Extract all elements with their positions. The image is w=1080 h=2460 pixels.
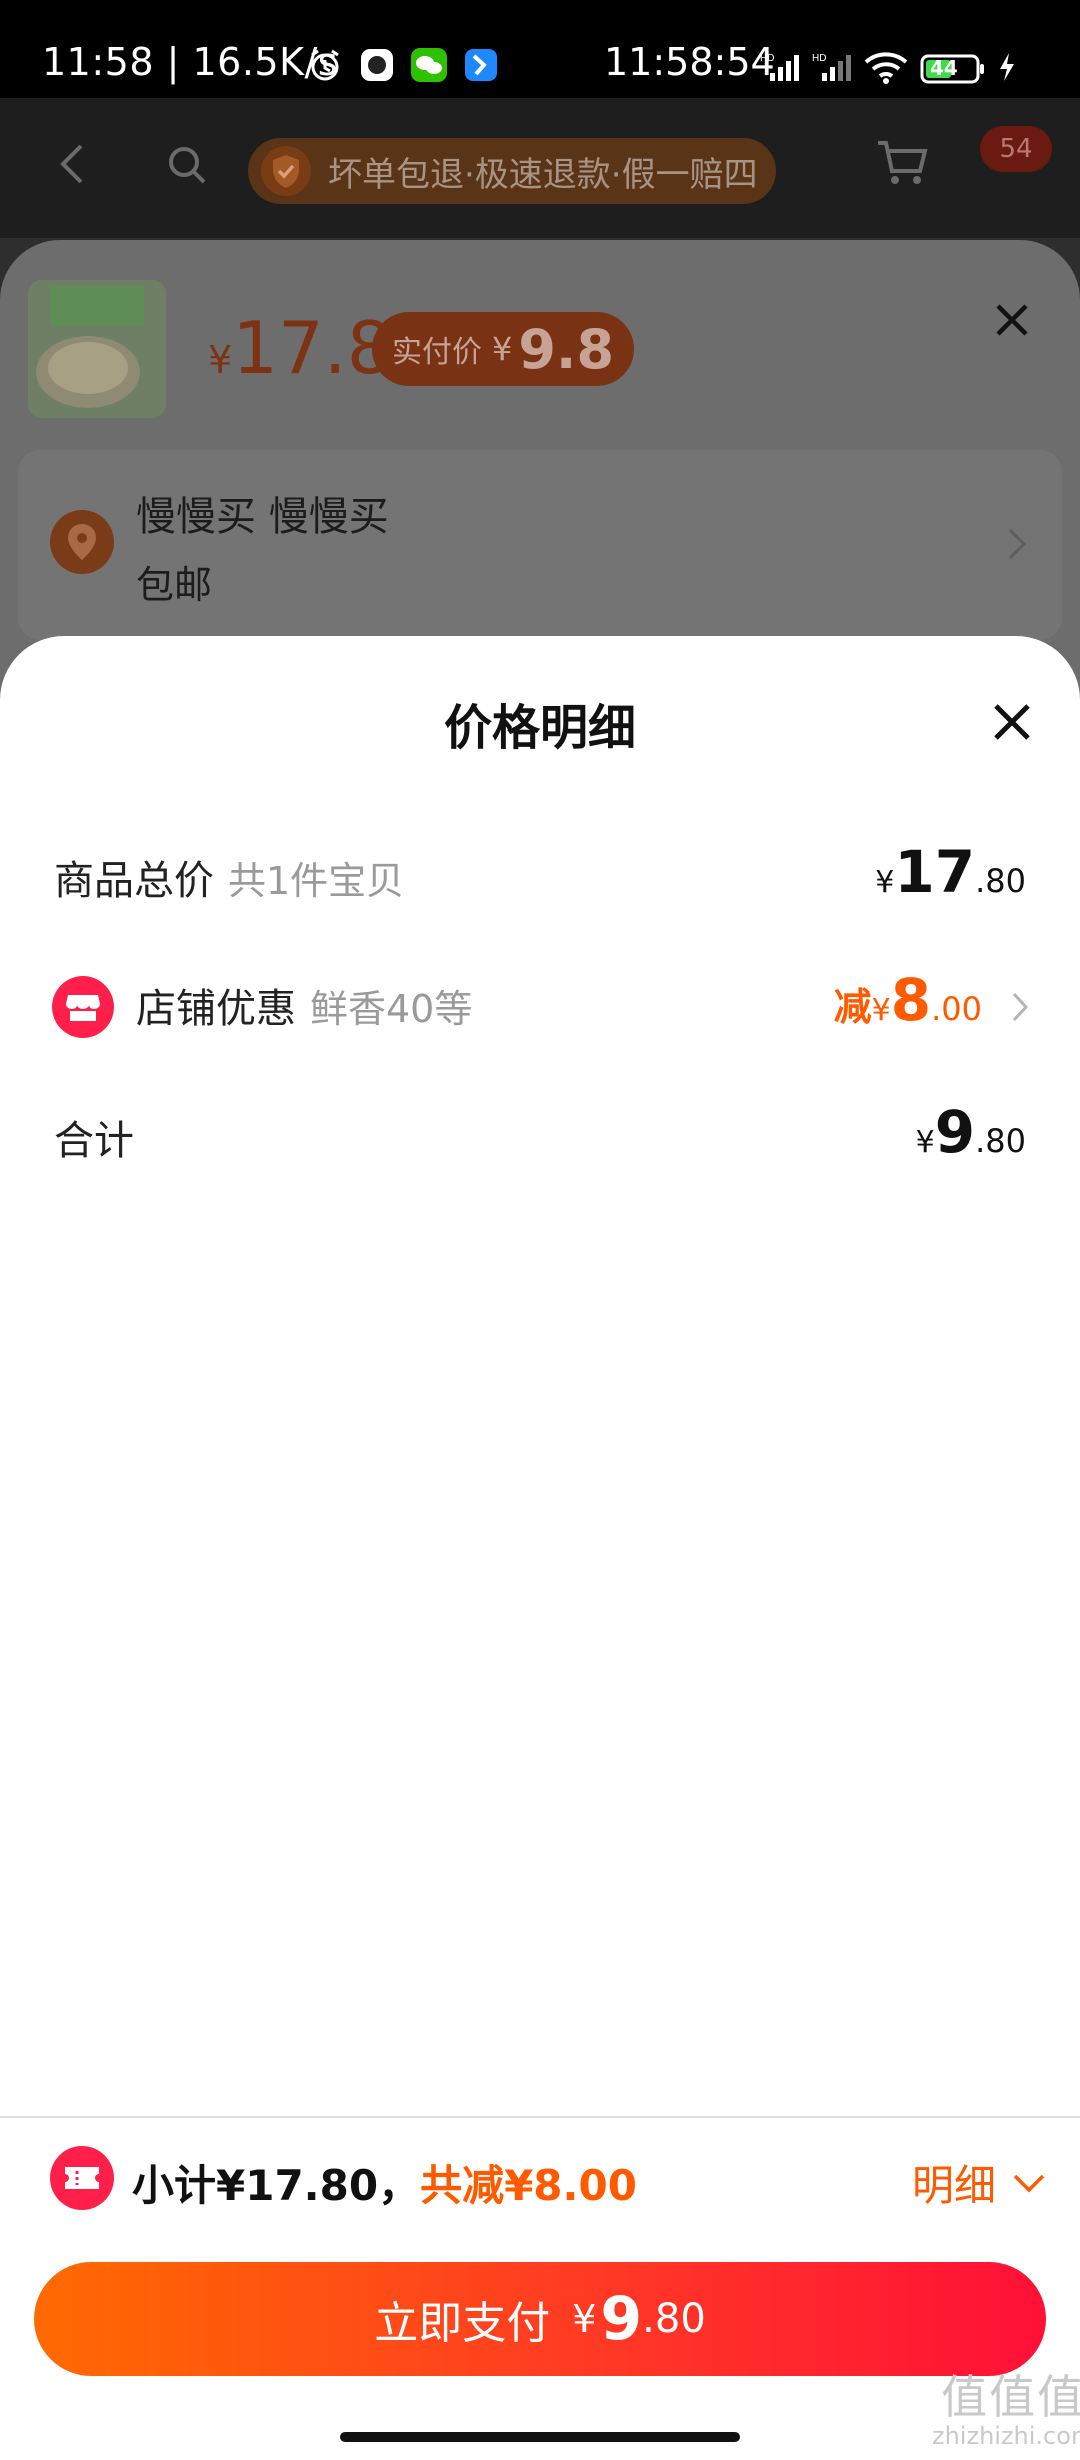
charging-icon xyxy=(998,52,1016,86)
goods-total-dec: .80 xyxy=(975,862,1026,900)
total-label: 合计 xyxy=(54,1118,134,1164)
home-indicator[interactable] xyxy=(340,2432,740,2442)
goods-count-text: 共1件宝贝 xyxy=(228,859,405,903)
signal-icon: HD xyxy=(760,51,800,87)
discount-dec: .00 xyxy=(931,990,982,1028)
pay-now-label: 立即支付 xyxy=(374,2298,551,2349)
total-row: 合计 xyxy=(54,1108,134,1166)
chevron-right-icon[interactable] xyxy=(1010,990,1030,1028)
address-name: 慢慢买 慢慢买 xyxy=(136,494,389,540)
status-time-speed: 11:58 | 16.5K/s xyxy=(42,40,339,84)
promo-banner: 坏单包退·极速退款·假一赔四 xyxy=(248,138,776,204)
battery-level: 44 xyxy=(930,56,958,80)
status-app-icons xyxy=(306,46,500,84)
total-amount: ¥9.80 xyxy=(916,1098,1026,1166)
wechat-icon xyxy=(410,46,448,84)
shop-discount-sub: 鲜香40等 xyxy=(310,987,473,1031)
alarm-icon xyxy=(306,46,344,84)
paid-price-badge: 实付价 ¥ 9.8 xyxy=(372,312,635,386)
cart-icon[interactable] xyxy=(875,138,929,192)
goods-total-label: 商品总价 xyxy=(54,858,214,904)
promo-text: 坏单包退·极速退款·假一赔四 xyxy=(328,154,758,195)
reduce-text: 共减¥8.00 xyxy=(420,2161,637,2210)
pay-int: 9 xyxy=(600,2284,643,2354)
total-dec: .80 xyxy=(975,1122,1026,1160)
shipping-text: 包邮 xyxy=(136,563,213,607)
svg-text:HD: HD xyxy=(760,53,774,64)
price-detail-title: 价格明细 xyxy=(443,700,636,756)
status-clock: 11:58:54 xyxy=(604,40,775,84)
message-badge[interactable]: 54 xyxy=(980,126,1052,172)
app-icon xyxy=(358,46,396,84)
subtotal-summary: 小计¥17.80，共减¥8.00 xyxy=(132,2152,637,2213)
wifi-icon xyxy=(864,50,908,88)
shop-discount-row[interactable]: 店铺优惠 鲜香40等 xyxy=(136,976,472,1034)
sku-currency: ¥ xyxy=(208,338,233,382)
chevron-down-icon xyxy=(1013,2174,1045,2192)
battery-icon: 44 xyxy=(920,53,986,85)
close-icon[interactable] xyxy=(992,300,1032,344)
paid-price-label: 实付价 xyxy=(392,335,482,370)
subtotal-text: 小计¥17.80， xyxy=(132,2161,421,2210)
shop-discount-label: 店铺优惠 xyxy=(136,986,296,1032)
detail-toggle-label: 明细 xyxy=(912,2161,997,2210)
paid-price-currency: ¥ xyxy=(492,330,513,368)
watermark: 值值值 zhizhizhi.com xyxy=(932,2372,1080,2449)
pay-dec: .80 xyxy=(642,2296,706,2342)
shop-discount-amount[interactable]: 减¥8.00 xyxy=(834,966,982,1034)
sku-price-value: 17.8 xyxy=(232,306,393,390)
discount-prefix: 减 xyxy=(833,985,872,1029)
coupon-icon xyxy=(50,2146,114,2210)
divider xyxy=(0,2116,1080,2118)
feishu-icon xyxy=(462,46,500,84)
paid-price-value: 9.8 xyxy=(518,317,615,381)
detail-toggle-button[interactable]: 明细 xyxy=(912,2152,1046,2213)
watermark-site: zhizhizhi.com xyxy=(932,2421,1080,2450)
discount-currency: ¥ xyxy=(871,993,891,1028)
pay-currency: ¥ xyxy=(572,2297,597,2341)
total-currency: ¥ xyxy=(915,1125,935,1160)
status-right-icons: HD HD 44 xyxy=(760,50,1016,88)
signal-icon: HD xyxy=(812,51,852,87)
shop-icon xyxy=(52,976,114,1038)
search-icon[interactable] xyxy=(165,143,209,191)
chevron-right-icon xyxy=(1006,526,1028,566)
watermark-mark: 值值值 xyxy=(941,2370,1080,2424)
pay-now-button[interactable]: 立即支付 ¥9.80 xyxy=(34,2262,1046,2376)
goods-total-int: 17 xyxy=(894,838,976,906)
back-icon[interactable] xyxy=(55,140,91,192)
goods-total-currency: ¥ xyxy=(875,865,895,900)
goods-total-amount: ¥17.80 xyxy=(875,838,1026,906)
close-icon[interactable] xyxy=(990,700,1034,748)
shield-icon xyxy=(261,146,311,196)
goods-total-row: 商品总价 共1件宝贝 xyxy=(54,848,404,906)
discount-int: 8 xyxy=(890,966,932,1034)
product-thumbnail xyxy=(28,280,166,418)
total-int: 9 xyxy=(934,1098,976,1166)
location-pin-icon xyxy=(50,510,114,574)
sku-price: ¥17.8 xyxy=(208,306,393,390)
address-card[interactable] xyxy=(18,450,1062,640)
svg-text:HD: HD xyxy=(812,53,826,64)
